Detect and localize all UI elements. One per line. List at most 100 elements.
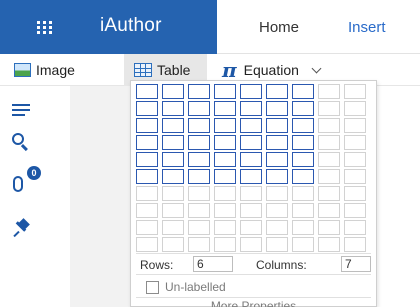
table-grid-cell[interactable] — [214, 220, 236, 235]
table-grid-cell-selected[interactable] — [292, 101, 314, 116]
unlabelled-option[interactable]: Un-labelled — [146, 278, 226, 296]
table-grid-cell-selected[interactable] — [136, 169, 158, 184]
tab-insert[interactable]: Insert — [348, 19, 386, 36]
table-grid-cell[interactable] — [318, 101, 340, 116]
table-grid-cell[interactable] — [240, 186, 262, 201]
table-grid-cell[interactable] — [344, 101, 366, 116]
table-grid-cell[interactable] — [318, 84, 340, 99]
table-grid-cell-selected[interactable] — [240, 169, 262, 184]
table-grid-cell[interactable] — [136, 186, 158, 201]
table-grid-cell[interactable] — [344, 220, 366, 235]
table-grid-cell[interactable] — [162, 203, 184, 218]
table-grid-cell[interactable] — [292, 220, 314, 235]
table-grid-cell-selected[interactable] — [266, 135, 288, 150]
table-grid-cell[interactable] — [344, 135, 366, 150]
table-grid-cell-selected[interactable] — [240, 84, 262, 99]
pin-icon[interactable] — [12, 218, 30, 238]
table-grid-cell[interactable] — [318, 135, 340, 150]
table-grid-cell-selected[interactable] — [240, 118, 262, 133]
table-grid-cell[interactable] — [162, 186, 184, 201]
table-grid-cell-selected[interactable] — [292, 84, 314, 99]
table-grid-cell-selected[interactable] — [136, 135, 158, 150]
table-grid-cell[interactable] — [136, 237, 158, 252]
table-grid-cell-selected[interactable] — [266, 118, 288, 133]
table-grid-cell-selected[interactable] — [162, 135, 184, 150]
table-grid-cell-selected[interactable] — [162, 152, 184, 167]
table-grid-cell[interactable] — [136, 203, 158, 218]
table-grid-cell-selected[interactable] — [136, 118, 158, 133]
image-button[interactable]: Image — [14, 54, 81, 86]
table-grid-cell[interactable] — [188, 186, 210, 201]
table-grid-cell[interactable] — [136, 220, 158, 235]
outline-list-icon[interactable] — [12, 104, 32, 118]
rows-input[interactable]: 6 — [193, 256, 233, 272]
table-grid-cell[interactable] — [266, 237, 288, 252]
table-grid-cell[interactable] — [318, 152, 340, 167]
table-grid-cell[interactable] — [344, 186, 366, 201]
table-grid-cell[interactable] — [188, 203, 210, 218]
table-grid-cell[interactable] — [344, 203, 366, 218]
table-grid-cell-selected[interactable] — [188, 101, 210, 116]
table-grid-cell-selected[interactable] — [162, 84, 184, 99]
table-grid-cell[interactable] — [292, 186, 314, 201]
table-grid-cell-selected[interactable] — [266, 84, 288, 99]
table-grid-cell-selected[interactable] — [292, 169, 314, 184]
table-grid-cell[interactable] — [240, 203, 262, 218]
table-grid-cell-selected[interactable] — [188, 135, 210, 150]
table-grid-cell[interactable] — [214, 203, 236, 218]
table-grid-cell-selected[interactable] — [162, 101, 184, 116]
table-grid-cell-selected[interactable] — [214, 152, 236, 167]
more-properties-button[interactable]: More Properties — [136, 297, 371, 307]
table-grid-cell[interactable] — [188, 237, 210, 252]
table-grid-cell-selected[interactable] — [136, 84, 158, 99]
table-grid-cell-selected[interactable] — [214, 169, 236, 184]
table-grid-cell[interactable] — [292, 203, 314, 218]
table-grid-cell[interactable] — [240, 237, 262, 252]
table-grid-cell[interactable] — [318, 220, 340, 235]
table-grid-cell-selected[interactable] — [136, 101, 158, 116]
table-grid-cell[interactable] — [344, 84, 366, 99]
tab-home[interactable]: Home — [259, 19, 299, 36]
table-grid-cell-selected[interactable] — [266, 152, 288, 167]
unlabelled-checkbox[interactable] — [146, 280, 159, 294]
table-grid-cell[interactable] — [318, 237, 340, 252]
table-grid-cell[interactable] — [344, 169, 366, 184]
table-grid-cell-selected[interactable] — [292, 118, 314, 133]
table-grid-cell[interactable] — [162, 237, 184, 252]
table-grid-cell-selected[interactable] — [292, 135, 314, 150]
table-grid-cell[interactable] — [266, 220, 288, 235]
table-grid-cell[interactable] — [214, 186, 236, 201]
table-grid-cell[interactable] — [344, 118, 366, 133]
table-grid-cell[interactable] — [292, 237, 314, 252]
table-grid-cell[interactable] — [162, 220, 184, 235]
columns-input[interactable]: 7 — [341, 256, 371, 272]
table-grid-cell-selected[interactable] — [188, 169, 210, 184]
table-grid-cell[interactable] — [266, 186, 288, 201]
table-grid-cell[interactable] — [318, 186, 340, 201]
table-grid-cell-selected[interactable] — [188, 152, 210, 167]
table-grid-cell[interactable] — [344, 152, 366, 167]
table-grid-cell[interactable] — [188, 220, 210, 235]
table-grid-cell-selected[interactable] — [214, 101, 236, 116]
table-grid-cell-selected[interactable] — [214, 84, 236, 99]
table-grid-cell-selected[interactable] — [240, 152, 262, 167]
table-grid-cell-selected[interactable] — [136, 152, 158, 167]
table-grid-cell-selected[interactable] — [188, 84, 210, 99]
app-launcher-icon[interactable] — [37, 21, 53, 34]
chevron-down-icon[interactable] — [311, 63, 322, 73]
table-grid-cell-selected[interactable] — [214, 118, 236, 133]
table-grid-cell-selected[interactable] — [214, 135, 236, 150]
table-grid-cell-selected[interactable] — [162, 118, 184, 133]
table-grid-cell[interactable] — [266, 203, 288, 218]
table-grid-cell-selected[interactable] — [266, 169, 288, 184]
table-grid-cell-selected[interactable] — [240, 101, 262, 116]
search-icon[interactable] — [12, 133, 30, 151]
table-grid-cell-selected[interactable] — [188, 118, 210, 133]
table-grid-cell-selected[interactable] — [266, 101, 288, 116]
paperclip-icon[interactable]: 0 — [12, 166, 41, 192]
table-grid-cell-selected[interactable] — [292, 152, 314, 167]
table-grid-cell[interactable] — [214, 237, 236, 252]
table-grid-cell-selected[interactable] — [240, 135, 262, 150]
table-grid-cell-selected[interactable] — [162, 169, 184, 184]
table-grid-cell[interactable] — [240, 220, 262, 235]
